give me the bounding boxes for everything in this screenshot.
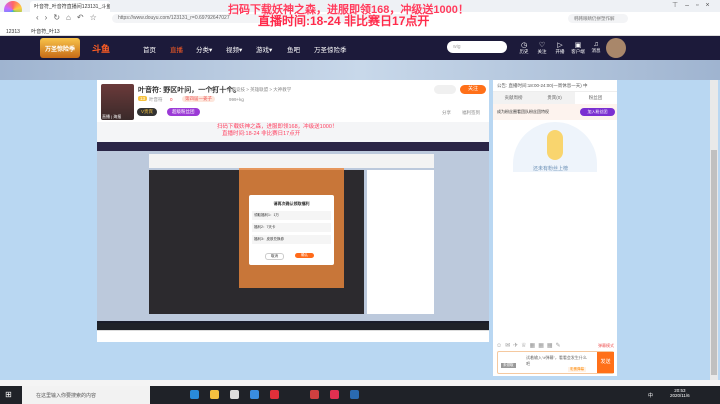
history-icon[interactable]: ◷ 历史 <box>515 41 533 55</box>
follow-button[interactable]: 关注 <box>460 85 486 94</box>
taskbar-search[interactable]: 在这里输入你要搜索的内容 <box>22 386 150 404</box>
bell-icon[interactable]: ♫ 消息 <box>587 41 605 54</box>
nav-home[interactable]: 首页 <box>143 44 156 54</box>
fan-club-button[interactable]: 超级粉丝团 <box>167 108 200 116</box>
app-icon[interactable] <box>310 390 319 399</box>
video-player[interactable]: 请再次确认领取福利 领取福利1：1万 福利2：7天卡 福利3：皮肤兑换券 取消 … <box>97 122 489 342</box>
user-avatar[interactable] <box>606 38 626 58</box>
chat-placeholder: 试着输入“#弹幕”，看看会发生什么吧 <box>526 355 587 366</box>
avatar-caption: 直播 | 海报 <box>102 114 122 119</box>
ime-indicator[interactable]: 中 <box>648 392 653 399</box>
nav-yuba[interactable]: 鱼吧 <box>287 44 300 54</box>
nav-video[interactable]: 视频▾ <box>226 44 242 54</box>
scrollbar-thumb[interactable] <box>711 150 717 375</box>
dialog-title: 请再次确认领取福利 <box>273 201 310 206</box>
tab-vip[interactable]: 贵宾(0) <box>534 92 575 104</box>
dialog-item: 福利3：皮肤兑换券 <box>252 235 331 244</box>
player-controls[interactable] <box>97 330 489 342</box>
confirm-dialog: 请再次确认领取福利 领取福利1：1万 福利2：7天卡 福利3：皮肤兑换券 取消 … <box>249 195 334 265</box>
badge-slot[interactable]: 未领取 <box>501 363 516 368</box>
video-promo-line2: 直播时间:18-24 非比赛日17点开 <box>222 131 301 137</box>
vip-button[interactable]: V贵宾 <box>137 108 158 116</box>
nav-live[interactable]: 直播 <box>170 44 183 54</box>
weight: 999+kg <box>229 97 244 102</box>
dialog-cancel-button[interactable]: 取消 <box>265 253 284 260</box>
mail-icon[interactable] <box>250 390 259 399</box>
room-title: 叶音符: 野区叶问，一个打十个。 <box>138 87 241 94</box>
nav-games[interactable]: 游戏▾ <box>256 44 272 54</box>
window-controls[interactable]: ⊤–▫× <box>672 1 717 9</box>
browser-search[interactable]: 韩韩眼睛仍拼塑作解 <box>568 14 628 23</box>
client-icon[interactable]: ▣ 客户端 <box>569 41 587 55</box>
clock[interactable]: 20:53 2020/11/6 <box>670 388 690 398</box>
anchor-name: 叶音符 <box>149 97 163 102</box>
store-icon[interactable] <box>230 390 239 399</box>
netease-icon[interactable] <box>330 390 339 399</box>
send-button[interactable]: 发送 <box>597 352 614 373</box>
dialog-item: 领取福利1：1万 <box>252 211 331 220</box>
dialog-item: 福利2：7天卡 <box>252 223 331 232</box>
bookmark[interactable]: 12313 <box>6 29 20 35</box>
nav-event[interactable]: 万圣惊险季 <box>314 44 347 54</box>
promo-overlay-line2: 直播时间:18-24 非比赛日17点开 <box>258 14 430 28</box>
event-banner <box>0 60 720 80</box>
tab-contribution[interactable]: 贡献周榜 <box>493 92 534 104</box>
edge-icon[interactable] <box>190 390 199 399</box>
browser-tab[interactable]: 叶音符_叶音符直播间123131_斗鱼 <box>30 1 110 12</box>
level-badge: 13 <box>138 96 148 101</box>
toggle-icon[interactable] <box>434 85 456 94</box>
dialog-confirm-button[interactable]: 确认 <box>295 253 314 258</box>
folder-icon[interactable] <box>210 390 219 399</box>
empty-text: 还未有粉丝上榜 <box>533 166 569 172</box>
windows-start-icon[interactable]: ⊞ <box>5 390 12 399</box>
site-search-input[interactable]: wig <box>447 41 507 53</box>
tab-fans[interactable]: 粉丝团 <box>575 92 616 104</box>
chat-tag[interactable]: 彩蛋弹幕 <box>568 367 586 372</box>
event-logo[interactable]: 万圣惊险季 <box>40 38 80 58</box>
broadcast-icon[interactable]: ▷ 开播 <box>551 41 569 55</box>
douyu-logo[interactable]: 斗鱼 <box>92 42 110 55</box>
nav-category[interactable]: 分类▾ <box>196 44 212 54</box>
app-icon[interactable] <box>270 390 279 399</box>
rank-badge[interactable]: 第四届一姜子 <box>182 96 215 102</box>
danmu-mode[interactable]: 弹幕模式 <box>598 343 614 349</box>
checkin-button[interactable]: 福利签到 <box>462 110 480 116</box>
follow-icon[interactable]: ♡ 关注 <box>533 41 551 55</box>
share-button[interactable]: 分享 <box>442 110 451 116</box>
bookmark[interactable]: 叶音符_叶13 <box>31 29 59 35</box>
join-fan-button[interactable]: 加入粉丝团 <box>580 108 615 116</box>
chat-tools-icon[interactable]: ☺✉✈♕▦▦▦✎ <box>496 342 564 349</box>
nav-buttons-icon[interactable]: ‹›↻⌂↶☆ <box>36 13 103 22</box>
announcement: 公告: 直播时间:18:00-24:00(一周休息一天) 中 <box>493 80 617 92</box>
steam-icon[interactable] <box>350 390 359 399</box>
heat-count: 0 <box>170 97 173 102</box>
